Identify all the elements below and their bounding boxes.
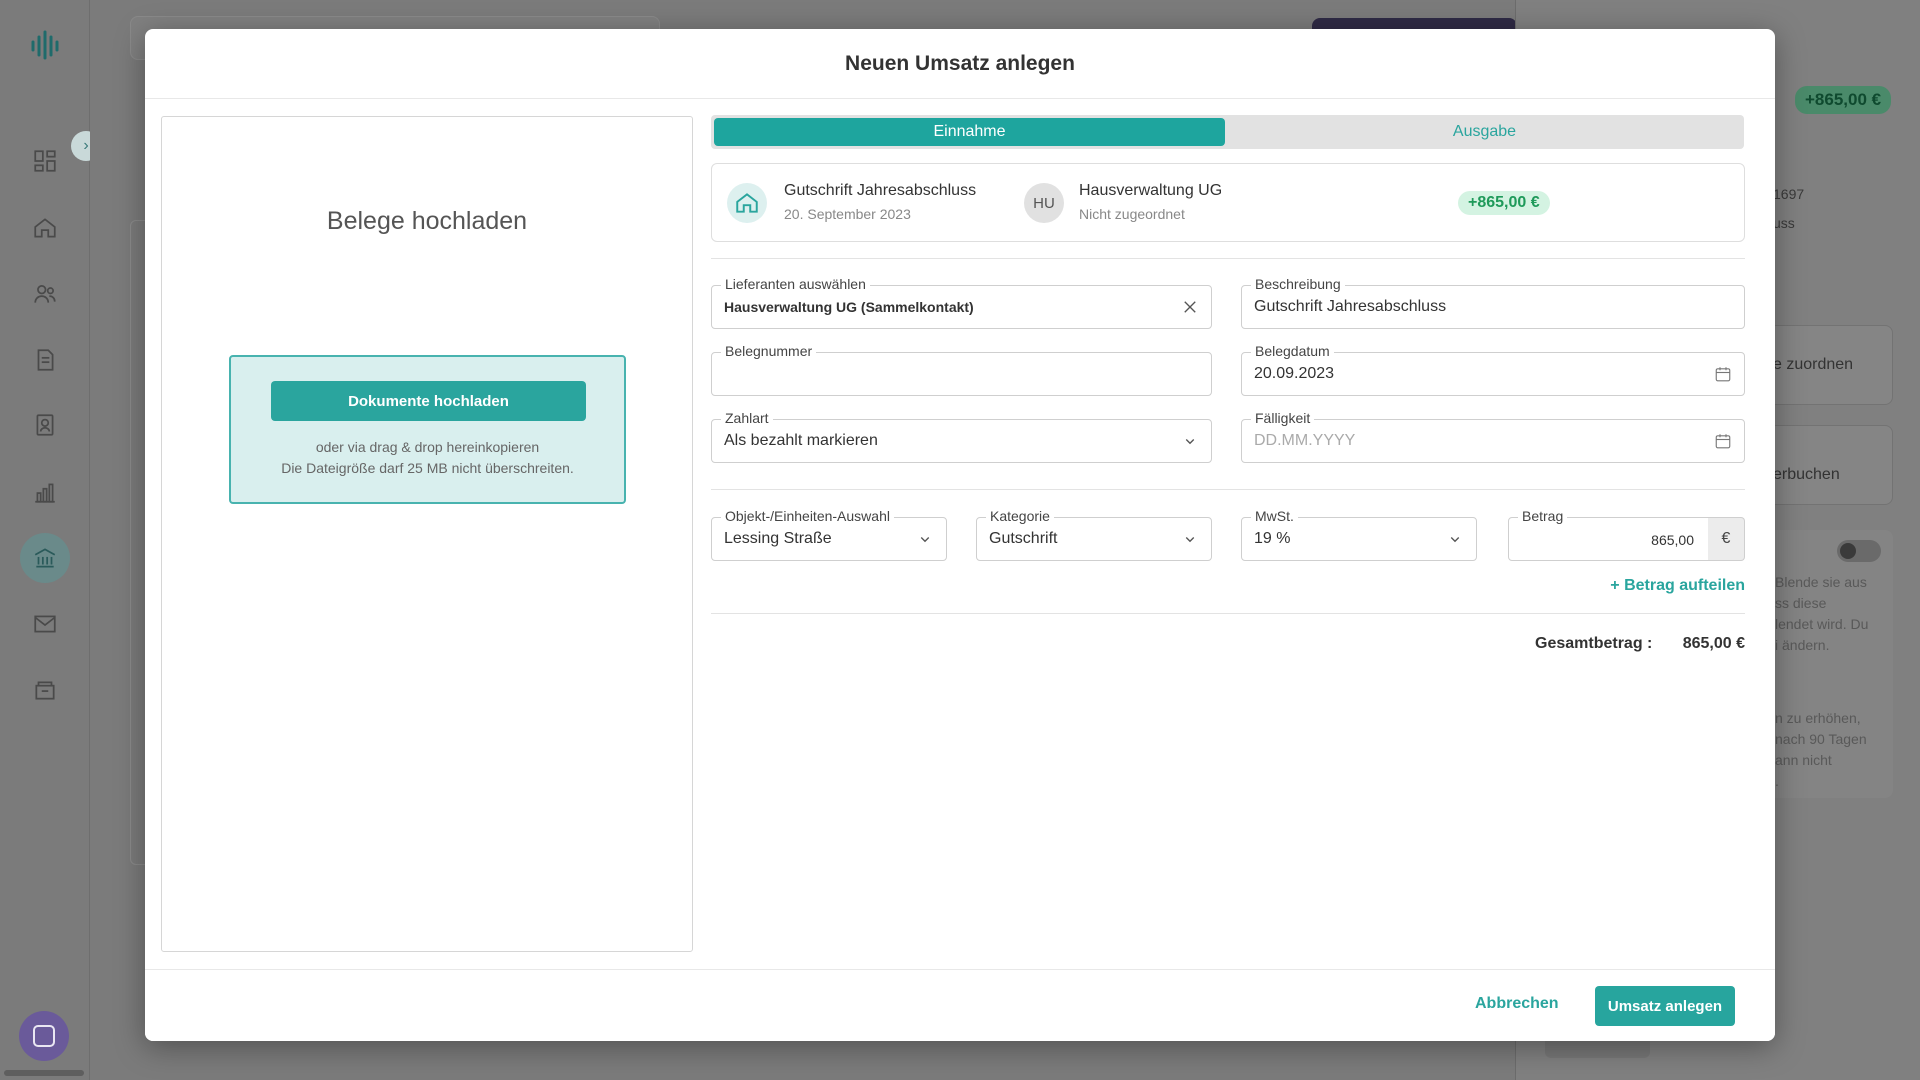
create-transaction-button[interactable]: Umsatz anlegen [1595,986,1735,1026]
background-card-label: e zuordnen [1773,356,1854,373]
summary-contact-name: Hausverwaltung UG [1079,182,1223,199]
upload-dropzone[interactable]: Dokumente hochladen oder via drag & drop… [229,355,626,504]
upload-size-hint: Die Dateigröße darf 25 MB nicht überschr… [281,460,574,476]
receipt-date-field[interactable]: Belegdatum 20.09.2023 [1241,343,1745,396]
supplier-select[interactable]: Lieferanten auswählen Hausverwaltung UG … [711,276,1212,329]
divider [711,258,1745,259]
due-date-label: Fälligkeit [1251,410,1315,426]
modal-title: Neuen Umsatz anlegen [845,51,1075,75]
background-text: 1697 [1773,186,1805,202]
summary-title: Gutschrift Jahresabschluss [784,182,977,199]
cancel-button[interactable]: Abbrechen [1475,995,1559,1013]
dashboard-icon[interactable] [27,143,63,179]
upload-hint: oder via drag & drop hereinkopieren [315,439,540,455]
currency-addon: € [1708,517,1745,561]
users-icon[interactable] [27,276,63,312]
documents-icon[interactable] [27,342,63,378]
category-label: Kategorie [986,508,1054,524]
background-text: uss [1773,215,1795,231]
sidebar [0,0,90,1080]
summary-contact-status: Nicht zugeordnet [1079,206,1185,222]
chevron-down-icon [1181,432,1199,450]
total-value: 865,00 € [1682,635,1745,652]
upload-panel: Belege hochladen Dokumente hochladen ode… [161,116,693,952]
chat-icon[interactable] [19,1011,69,1061]
background-toggle [1837,540,1881,562]
background-amount-badge: +865,00 € [1795,86,1892,114]
create-transaction-modal: Neuen Umsatz anlegen Belege hochladen Do… [145,29,1775,1041]
chevron-down-icon [1181,530,1199,548]
vat-select[interactable]: MwSt. 19 % [1241,508,1477,561]
background-card [1755,425,1893,505]
background-info-text: ann nicht [1775,752,1832,768]
supplier-label: Lieferanten auswählen [721,276,870,292]
description-field[interactable]: Beschreibung Gutschrift Jahresabschluss [1241,276,1745,329]
archive-icon[interactable] [27,672,63,708]
payment-method-select[interactable]: Zahlart Als bezahlt markieren [711,410,1212,463]
background-info-text: ss diese [1775,595,1827,611]
amount-badge: +865,00 € [1458,191,1550,215]
mail-icon[interactable] [27,606,63,642]
category-value: Gutschrift [989,530,1058,547]
receipt-date-label: Belegdatum [1251,343,1334,359]
amount-value: 865,00 [1651,532,1694,548]
vat-value: 19 % [1254,530,1291,547]
due-date-field[interactable]: Fälligkeit DD.MM.YYYY [1241,410,1745,463]
background-info-text: nach 90 Tagen [1775,731,1867,747]
chevron-down-icon [1446,530,1464,548]
avatar: HU [1024,183,1064,223]
receipt-number-field[interactable]: Belegnummer [711,343,1212,396]
split-amount-link[interactable]: + Betrag aufteilen [1545,577,1745,595]
contacts-icon[interactable] [27,407,63,443]
sidebar-scrollbar[interactable] [4,1070,84,1076]
calendar-icon[interactable] [1714,432,1732,450]
home-icon [727,183,767,223]
background-info-text: n zu erhöhen, [1775,710,1861,726]
divider [711,489,1745,490]
upload-heading: Belege hochladen [326,207,528,235]
receipt-date-value: 20.09.2023 [1254,365,1335,382]
object-unit-select[interactable]: Objekt-/Einheiten-Auswahl Lessing Straße [711,508,947,561]
summary-date: 20. September 2023 [784,206,911,222]
close-icon[interactable] [1181,298,1199,316]
description-value: Gutschrift Jahresabschluss [1254,298,1447,315]
category-select[interactable]: Kategorie Gutschrift [976,508,1212,561]
object-unit-label: Objekt-/Einheiten-Auswahl [721,508,894,524]
description-label: Beschreibung [1251,276,1345,292]
tab-expense[interactable]: Ausgabe [1228,118,1741,146]
background-info-text: . [1775,773,1779,789]
payment-method-label: Zahlart [721,410,773,426]
amount-label: Betrag [1518,508,1568,524]
calendar-icon[interactable] [1714,365,1732,383]
modal-footer: Abbrechen Umsatz anlegen [145,969,1775,1041]
divider [711,613,1745,614]
transaction-summary-card: Gutschrift Jahresabschluss 20. September… [711,163,1745,242]
background-info-text: i ändern. [1775,637,1830,653]
chart-icon[interactable] [27,474,63,510]
transaction-type-toggle: Einnahme Ausgabe [711,115,1744,149]
chevron-down-icon [916,530,934,548]
receipt-number-label: Belegnummer [721,343,817,359]
vat-label: MwSt. [1251,508,1298,524]
supplier-value: Hausverwaltung UG (Sammelkontakt) [724,299,974,315]
home-icon[interactable] [27,210,63,246]
background-info-text: lendet wird. Du [1775,616,1869,632]
tab-income[interactable]: Einnahme [714,118,1225,146]
background-info-text: Blende sie aus [1775,574,1867,590]
background-info-box: Blende sie aus ss diese lendet wird. Du … [1755,530,1893,798]
object-unit-value: Lessing Straße [724,530,832,547]
bank-icon[interactable] [20,533,70,583]
due-date-placeholder: DD.MM.YYYY [1254,432,1356,449]
background-card-label: erbuchen [1773,466,1840,483]
payment-method-value: Als bezahlt markieren [724,432,878,449]
amount-field[interactable]: Betrag 865,00 [1508,508,1709,561]
upload-documents-button[interactable]: Dokumente hochladen [271,381,586,421]
modal-header: Neuen Umsatz anlegen [145,29,1775,99]
logo-icon [28,28,62,62]
